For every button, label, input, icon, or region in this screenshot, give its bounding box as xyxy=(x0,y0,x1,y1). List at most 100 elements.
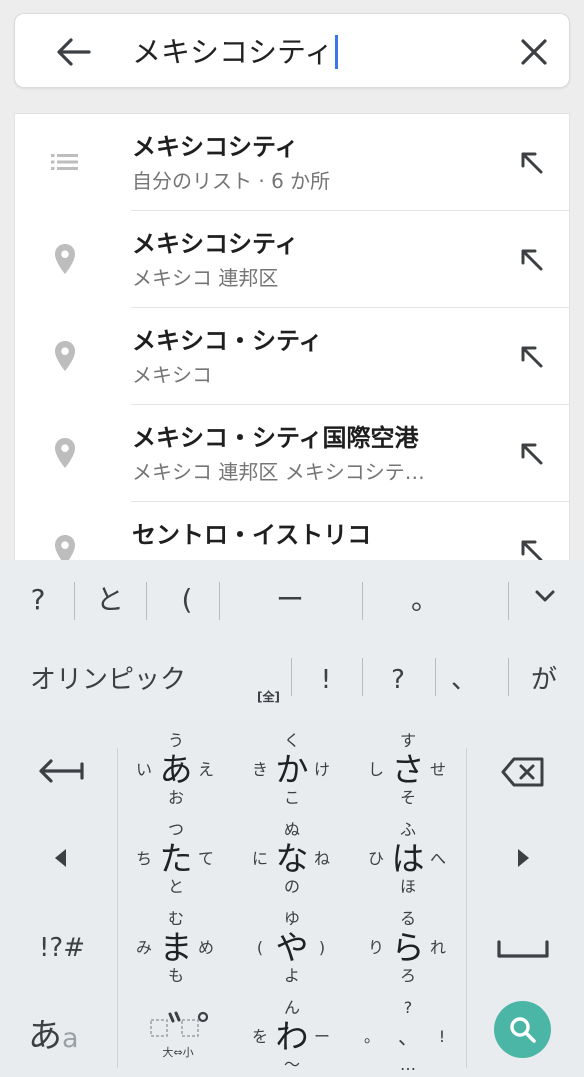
candidate-bar-symbols: ? と ( ー 。 xyxy=(0,560,584,640)
candidate-item[interactable]: ? xyxy=(378,658,418,702)
flick-up: む xyxy=(167,909,184,928)
flick-up: く xyxy=(283,731,300,750)
flick-down: と xyxy=(167,877,184,896)
clear-icon[interactable] xyxy=(518,36,550,68)
search-input[interactable]: メキシコシティ xyxy=(132,34,339,70)
kana-key-a[interactable]: う い あ え お xyxy=(134,732,218,808)
flick-right: へ xyxy=(429,849,446,868)
kana-key-ya[interactable]: ゆ ( や ) よ xyxy=(250,910,334,986)
suggestion-title: メキシコ・シティ xyxy=(132,327,323,355)
flick-up: ぬ xyxy=(283,820,300,839)
candidate-item[interactable]: オリンピック xyxy=(30,658,226,702)
flick-right: ね xyxy=(313,849,330,868)
mode-label-sub: a xyxy=(62,1023,79,1054)
candidate-item[interactable]: ? xyxy=(20,578,56,622)
candidate-item[interactable]: が xyxy=(522,658,566,702)
flick-up: つ xyxy=(167,820,184,839)
separator xyxy=(74,582,75,620)
place-pin-icon xyxy=(55,341,75,371)
candidate-item[interactable]: ー xyxy=(260,578,320,622)
text-caret xyxy=(335,35,339,69)
zenkaku-indicator: [全] xyxy=(257,690,280,704)
candidate-item[interactable]: 、 xyxy=(444,658,484,702)
suggestion-title: メキシコ・シティ国際空港 xyxy=(132,424,419,452)
separator xyxy=(362,582,363,620)
kana-key-sa[interactable]: す し さ せ そ xyxy=(366,732,450,808)
input-mode-key[interactable]: あa xyxy=(28,1014,94,1058)
flick-down: 〜 xyxy=(283,1055,300,1074)
fill-query-arrow-icon[interactable] xyxy=(515,243,549,277)
flick-up: す xyxy=(399,731,416,750)
suggestion-title: メキシコシティ xyxy=(132,133,299,161)
fill-query-arrow-icon[interactable] xyxy=(515,534,549,563)
flick-down: も xyxy=(167,966,184,985)
flick-up: う xyxy=(167,731,184,750)
dakuten-key[interactable]: 大⇔小 xyxy=(140,1004,216,1066)
symbols-key[interactable]: !?# xyxy=(30,930,94,966)
flick-up: る xyxy=(399,909,416,928)
search-bar: メキシコシティ xyxy=(14,13,570,88)
candidate-item[interactable]: と xyxy=(90,578,130,622)
flick-down: こ xyxy=(283,788,300,807)
flick-down: ほ xyxy=(399,877,416,896)
suggestion-item[interactable]: メキシコ・シティ国際空港 メキシコ 連邦区 メキシコシテ… xyxy=(15,405,569,502)
flick-down: ろ xyxy=(399,966,416,985)
fill-query-arrow-icon[interactable] xyxy=(515,146,549,180)
flick-up: ふ xyxy=(399,820,416,839)
kana-key-ra[interactable]: る り ら れ ろ xyxy=(366,910,450,986)
back-arrow-icon[interactable] xyxy=(55,37,91,67)
flick-down: よ xyxy=(283,966,300,985)
flick-down: そ xyxy=(399,788,416,807)
flick-left: 。 xyxy=(363,1027,380,1046)
flick-right: ー xyxy=(313,1027,330,1046)
flick-down: の xyxy=(283,877,300,896)
kana-key-ha[interactable]: ふ ひ は へ ほ xyxy=(366,821,450,897)
separator xyxy=(508,658,509,696)
suggestion-title: メキシコシティ xyxy=(132,230,299,258)
fill-query-arrow-icon[interactable] xyxy=(515,340,549,374)
suggestion-list: メキシコシティ 自分のリスト · 6 か所 メキシコシティ メキシコ 連邦区 メ… xyxy=(14,113,570,563)
search-button[interactable] xyxy=(494,1001,551,1058)
separator xyxy=(219,582,220,620)
suggestion-subtitle: メキシコ xyxy=(132,363,212,387)
cursor-right-icon[interactable] xyxy=(512,846,534,870)
chevron-down-icon[interactable] xyxy=(530,584,560,608)
kana-key-na[interactable]: ぬ に な ね の xyxy=(250,821,334,897)
divider xyxy=(466,748,467,1068)
separator xyxy=(146,582,147,620)
search-query-text: メキシコシティ xyxy=(132,35,334,69)
kana-key-ma[interactable]: む み ま め も xyxy=(134,910,218,986)
flick-up: ん xyxy=(283,998,300,1017)
kana-key-ta[interactable]: つ ち た て と xyxy=(134,821,218,897)
flick-right: え xyxy=(197,760,214,779)
backspace-icon[interactable] xyxy=(500,756,546,788)
candidate-bar-words: オリンピック ! ? 、 が xyxy=(0,640,584,720)
kana-key-ka[interactable]: く き か け こ xyxy=(250,732,334,808)
place-pin-icon xyxy=(55,535,75,563)
fill-query-arrow-icon[interactable] xyxy=(515,437,549,471)
separator xyxy=(435,658,436,696)
suggestion-item[interactable]: メキシコシティ メキシコ 連邦区 xyxy=(15,211,569,308)
flick-right: て xyxy=(197,849,214,868)
suggestion-item[interactable]: メキシコシティ 自分のリスト · 6 か所 xyxy=(15,114,569,211)
kana-key-wa[interactable]: ん を わ ー 〜 xyxy=(250,999,334,1075)
separator xyxy=(362,658,363,696)
search-icon xyxy=(510,1017,536,1043)
flick-up: ゆ xyxy=(283,909,300,928)
flick-right: せ xyxy=(429,760,446,779)
undo-icon[interactable] xyxy=(36,756,86,786)
candidate-item[interactable]: ( xyxy=(164,578,210,622)
space-icon[interactable] xyxy=(496,938,550,960)
suggestion-item[interactable]: セントロ・イストリコ xyxy=(15,502,569,563)
suggestion-item[interactable]: メキシコ・シティ メキシコ xyxy=(15,308,569,405)
suggestion-title: セントロ・イストリコ xyxy=(132,521,372,549)
suggestion-subtitle: メキシコ 連邦区 xyxy=(132,266,279,290)
punctuation-key[interactable]: ? 。 、 ! … xyxy=(362,999,454,1075)
flick-down: … xyxy=(400,1055,416,1074)
flick-up: ? xyxy=(403,998,413,1017)
candidate-item[interactable]: ! xyxy=(306,658,346,702)
candidate-item[interactable]: 。 xyxy=(400,578,450,622)
separator xyxy=(291,658,292,696)
cursor-left-icon[interactable] xyxy=(50,846,72,870)
dakuten-handakuten-icon xyxy=(150,1011,208,1037)
